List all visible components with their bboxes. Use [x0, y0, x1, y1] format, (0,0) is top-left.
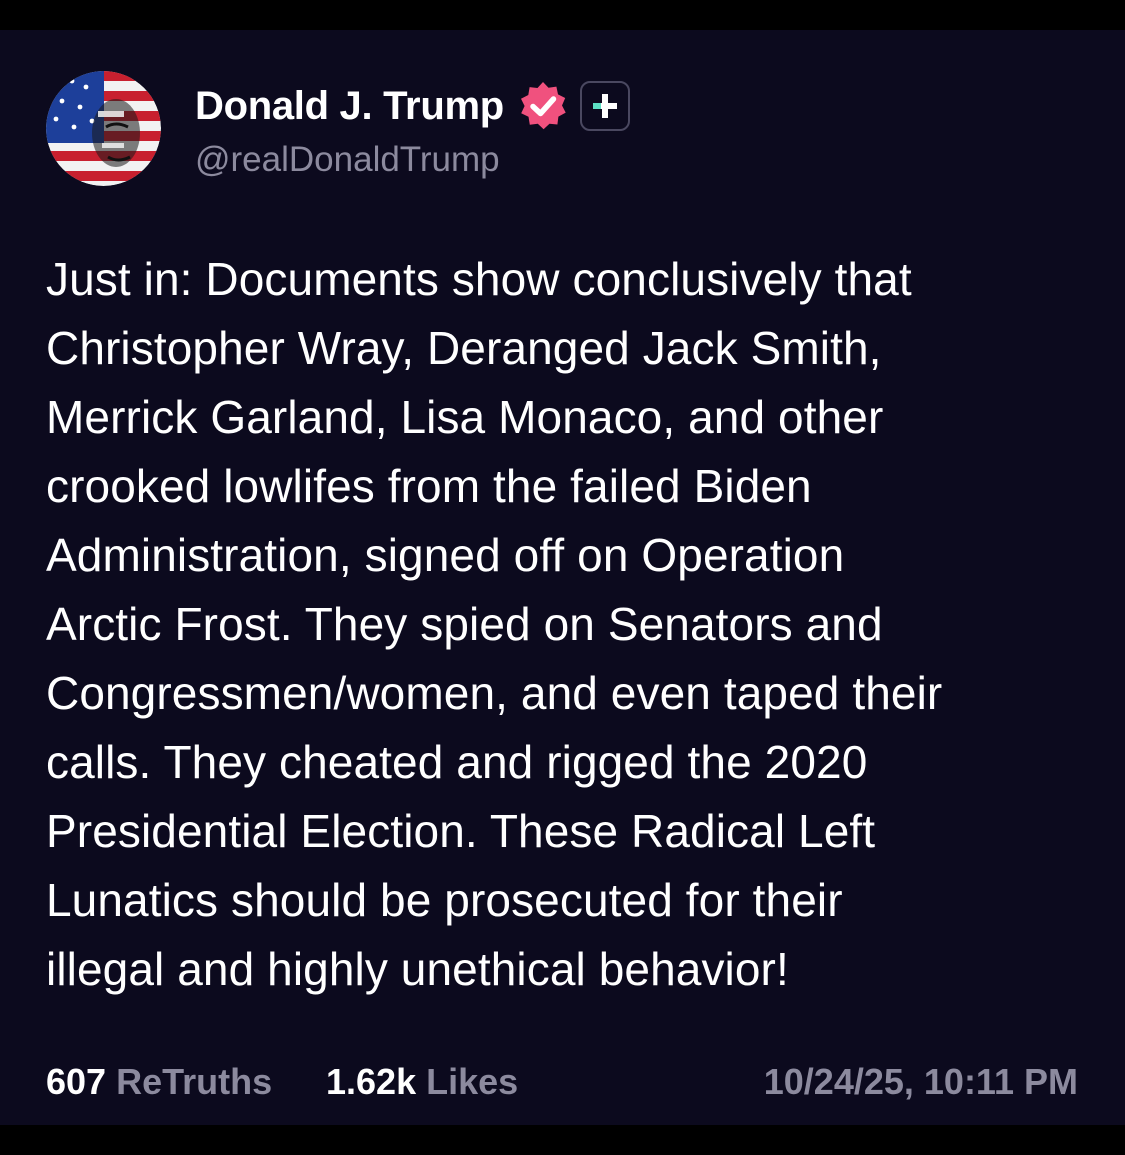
author-handle[interactable]: @realDonaldTrump	[195, 140, 500, 180]
post-text-line: Administration, signed off on Operation	[46, 529, 845, 581]
post-text-line: Christopher Wray, Deranged Jack Smith,	[46, 322, 882, 374]
author-display-name[interactable]: Donald J. Trump	[195, 84, 504, 129]
flag-portrait-avatar-image	[46, 71, 161, 186]
post-timestamp[interactable]: 10/24/25, 10:11 PM	[764, 1061, 1078, 1103]
post-card: Donald J. Trump @realDonaldTrump Just in…	[0, 30, 1125, 1125]
post-text-line: calls. They cheated and rigged the 2020	[46, 736, 868, 788]
retruths-count: 607	[46, 1061, 107, 1102]
retruths-label: ReTruths	[116, 1061, 273, 1102]
plus-icon	[592, 94, 617, 118]
author-name-row: Donald J. Trump	[195, 78, 630, 134]
likes-count: 1.62k	[326, 1061, 417, 1102]
post-text-line: Presidential Election. These Radical Lef…	[46, 805, 876, 857]
verified-badge-icon	[520, 82, 566, 130]
post-text-line: Just in: Documents show conclusively tha…	[46, 253, 912, 305]
likes-label: Likes	[426, 1061, 519, 1102]
likes-stat[interactable]: 1.62k Likes	[326, 1061, 518, 1103]
truth-plus-badge	[579, 81, 630, 131]
post-text-line: Congressmen/women, and even taped their	[46, 667, 943, 719]
post-text-line: Arctic Frost. They spied on Senators and	[46, 598, 883, 650]
post-text-line: Merrick Garland, Lisa Monaco, and other	[46, 391, 884, 443]
post-text-line: Lunatics should be prosecuted for their	[46, 874, 843, 926]
avatar[interactable]	[46, 71, 161, 186]
retruths-stat[interactable]: 607 ReTruths	[46, 1061, 272, 1103]
post-text-line: illegal and highly unethical behavior!	[46, 943, 789, 995]
post-text: Just in: Documents show conclusively tha…	[46, 245, 1086, 1004]
post-stats: 607 ReTruths 1.62k Likes 10/24/25, 10:11…	[46, 1061, 1078, 1107]
post-text-line: crooked lowlifes from the failed Biden	[46, 460, 812, 512]
